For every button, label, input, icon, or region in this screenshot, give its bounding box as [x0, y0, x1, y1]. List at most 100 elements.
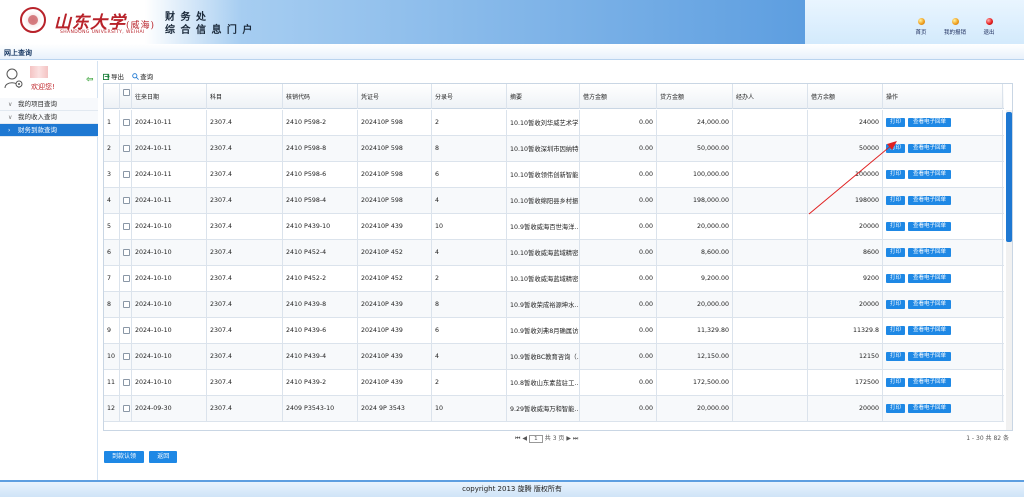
- claim-payment-button[interactable]: 到款认领: [104, 451, 145, 463]
- print-button[interactable]: 打印: [886, 248, 906, 257]
- col-handler[interactable]: 经办人: [733, 84, 808, 109]
- row-checkbox[interactable]: [123, 197, 130, 204]
- col-select-all[interactable]: [120, 84, 132, 109]
- view-e-receipt-button[interactable]: 查看电子回单: [908, 196, 952, 205]
- view-e-receipt-button[interactable]: 查看电子回单: [908, 118, 952, 127]
- avatar-redacted: [30, 66, 48, 78]
- collapse-sidebar-icon[interactable]: ⇦: [86, 75, 94, 85]
- table-row[interactable]: 11 2024-10-10 2307.4 2410 P439-2 202410P 439…: [104, 370, 1004, 396]
- cell-entry: 6: [432, 162, 507, 187]
- table-row[interactable]: 10 2024-10-10 2307.4 2410 P439-4 202410P 439…: [104, 344, 1004, 370]
- print-button[interactable]: 打印: [886, 274, 906, 283]
- view-e-receipt-button[interactable]: 查看电子回单: [908, 404, 952, 413]
- sidebar-item-payment-arrival-query[interactable]: › 财务到款查询: [0, 124, 98, 137]
- header-link-my-reimbursement[interactable]: 我的报销: [938, 18, 972, 36]
- sidebar-item-income-query[interactable]: ∨ 我的收入查询: [0, 111, 98, 124]
- cell-voucher: 202410P 439: [358, 370, 432, 395]
- col-summary[interactable]: 摘要: [507, 84, 580, 109]
- print-button[interactable]: 打印: [886, 222, 906, 231]
- print-button[interactable]: 打印: [886, 378, 906, 387]
- back-button[interactable]: 返回: [149, 451, 178, 463]
- col-entry[interactable]: 分录号: [432, 84, 507, 109]
- cell-credit: 172,500.00: [657, 370, 733, 395]
- sidebar-item-project-query[interactable]: ∨ 我的项目查询: [0, 98, 98, 111]
- page-number-input[interactable]: 1: [528, 434, 543, 443]
- table-row[interactable]: 3 2024-10-11 2307.4 2410 P598-6 202410P 598 6…: [104, 162, 1004, 188]
- cell-summary: 9.29暂收威海万和智能...: [507, 396, 580, 421]
- table-row[interactable]: 2 2024-10-11 2307.4 2410 P598-8 202410P 598 8…: [104, 136, 1004, 162]
- row-checkbox[interactable]: [123, 327, 130, 334]
- table-row[interactable]: 7 2024-10-10 2307.4 2410 P452-2 202410P 452 2…: [104, 266, 1004, 292]
- cell-no: 11: [104, 370, 120, 395]
- col-credit[interactable]: 贷方金额: [657, 84, 733, 109]
- table-row[interactable]: 1 2024-10-11 2307.4 2410 P598-2 202410P 598 2…: [104, 110, 1004, 136]
- cell-code: 2410 P452-2: [283, 266, 358, 291]
- row-checkbox[interactable]: [123, 301, 130, 308]
- header-link-home[interactable]: 首页: [904, 18, 938, 36]
- table-row[interactable]: 6 2024-10-10 2307.4 2410 P452-4 202410P 452 4…: [104, 240, 1004, 266]
- print-button[interactable]: 打印: [886, 326, 906, 335]
- view-e-receipt-button[interactable]: 查看电子回单: [908, 144, 952, 153]
- row-checkbox[interactable]: [123, 249, 130, 256]
- table-row[interactable]: 8 2024-10-10 2307.4 2410 P439-8 202410P 439 8…: [104, 292, 1004, 318]
- cell-date: 2024-10-11: [132, 136, 207, 161]
- view-e-receipt-button[interactable]: 查看电子回单: [908, 170, 952, 179]
- col-code[interactable]: 核销代码: [283, 84, 358, 109]
- header-link-logout[interactable]: 退出: [972, 18, 1006, 36]
- view-e-receipt-button[interactable]: 查看电子回单: [908, 300, 952, 309]
- view-e-receipt-button[interactable]: 查看电子回单: [908, 248, 952, 257]
- export-button[interactable]: 导出: [103, 73, 129, 81]
- col-voucher[interactable]: 凭证号: [358, 84, 432, 109]
- row-checkbox[interactable]: [123, 171, 130, 178]
- view-e-receipt-button[interactable]: 查看电子回单: [908, 222, 952, 231]
- university-seal-icon: [20, 7, 46, 33]
- grid-rows: 1 2024-10-11 2307.4 2410 P598-2 202410P 598 2…: [104, 110, 1004, 422]
- cell-credit: 11,329.80: [657, 318, 733, 343]
- next-page-button[interactable]: ▶: [566, 435, 571, 442]
- cell-credit: 20,000.00: [657, 292, 733, 317]
- view-e-receipt-button[interactable]: 查看电子回单: [908, 352, 952, 361]
- print-button[interactable]: 打印: [886, 118, 906, 127]
- cell-handler: [733, 188, 808, 213]
- print-button[interactable]: 打印: [886, 196, 906, 205]
- row-checkbox[interactable]: [123, 405, 130, 412]
- table-row[interactable]: 5 2024-10-10 2307.4 2410 P439-10 202410P 439…: [104, 214, 1004, 240]
- scrollbar-thumb[interactable]: [1006, 112, 1012, 242]
- last-page-button[interactable]: ⏭: [573, 435, 578, 442]
- print-button[interactable]: 打印: [886, 170, 906, 179]
- row-actions: 打印 查看电子回单: [883, 396, 1003, 421]
- col-subject[interactable]: 科目: [207, 84, 283, 109]
- prev-page-button[interactable]: ◀: [522, 435, 527, 442]
- tab-online-query[interactable]: 网上查询: [4, 48, 32, 58]
- row-checkbox[interactable]: [123, 223, 130, 230]
- view-e-receipt-button[interactable]: 查看电子回单: [908, 378, 952, 387]
- view-e-receipt-button[interactable]: 查看电子回单: [908, 274, 952, 283]
- row-checkbox[interactable]: [123, 379, 130, 386]
- cell-voucher: 202410P 598: [358, 110, 432, 135]
- cell-summary: 10.10暂收威海蓝域精密...: [507, 266, 580, 291]
- table-row[interactable]: 12 2024-09-30 2307.4 2409 P3543-10 2024 9P 3…: [104, 396, 1004, 422]
- cell-code: 2410 P598-6: [283, 162, 358, 187]
- print-button[interactable]: 打印: [886, 352, 906, 361]
- print-button[interactable]: 打印: [886, 300, 906, 309]
- table-row[interactable]: 4 2024-10-11 2307.4 2410 P598-4 202410P 598 4…: [104, 188, 1004, 214]
- cell-subject: 2307.4: [207, 188, 283, 213]
- row-checkbox[interactable]: [123, 353, 130, 360]
- row-checkbox[interactable]: [123, 275, 130, 282]
- print-button[interactable]: 打印: [886, 144, 906, 153]
- col-balance[interactable]: 借方余额: [808, 84, 883, 109]
- first-page-button[interactable]: ⏮: [515, 435, 520, 442]
- col-date[interactable]: 往来日期: [132, 84, 207, 109]
- print-button[interactable]: 打印: [886, 404, 906, 413]
- col-debit[interactable]: 借方金额: [580, 84, 657, 109]
- cell-subject: 2307.4: [207, 110, 283, 135]
- grid-scrollbar[interactable]: [1006, 110, 1012, 430]
- cell-entry: 10: [432, 396, 507, 421]
- row-checkbox[interactable]: [123, 119, 130, 126]
- table-row[interactable]: 9 2024-10-10 2307.4 2410 P439-6 202410P 439 6…: [104, 318, 1004, 344]
- cell-credit: 20,000.00: [657, 396, 733, 421]
- row-checkbox[interactable]: [123, 145, 130, 152]
- select-all-checkbox[interactable]: [123, 89, 130, 96]
- view-e-receipt-button[interactable]: 查看电子回单: [908, 326, 952, 335]
- search-button[interactable]: 查询: [132, 73, 156, 81]
